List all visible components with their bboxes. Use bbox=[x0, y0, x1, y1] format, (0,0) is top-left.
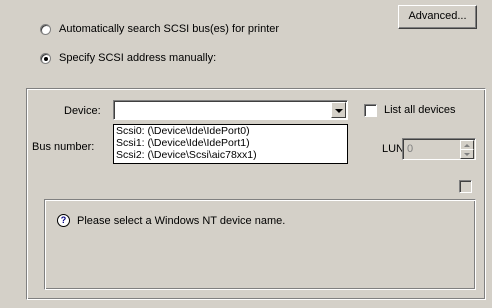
list-all-devices-label[interactable]: List all devices bbox=[384, 103, 456, 117]
lun-spinner-field[interactable]: 0 bbox=[402, 138, 476, 160]
manual-address-label[interactable]: Specify SCSI address manually: bbox=[59, 51, 216, 65]
device-label: Device: bbox=[64, 105, 101, 117]
spin-down-icon[interactable] bbox=[460, 149, 474, 159]
advanced-button[interactable]: Advanced... bbox=[398, 5, 477, 29]
info-box: ? Please select a Windows NT device name… bbox=[44, 199, 476, 290]
dropdown-option[interactable]: Scsi1: (\Device\Ide\IdePort1) bbox=[114, 137, 347, 149]
device-combobox[interactable] bbox=[113, 100, 348, 120]
question-icon: ? bbox=[57, 214, 70, 227]
list-all-devices-checkbox[interactable] bbox=[364, 104, 377, 117]
lun-value: 0 bbox=[407, 143, 414, 155]
extra-checkbox[interactable] bbox=[459, 180, 472, 193]
dropdown-option[interactable]: Scsi2: (\Device\Scsi\aic78xx1) bbox=[114, 149, 347, 161]
bus-number-label: Bus number: bbox=[32, 141, 95, 153]
auto-search-label[interactable]: Automatically search SCSI bus(es) for pr… bbox=[59, 22, 279, 36]
device-dropdown-list[interactable]: Scsi0: (\Device\Ide\IdePort0) Scsi1: (\D… bbox=[113, 124, 348, 164]
manual-address-radio[interactable] bbox=[40, 53, 51, 64]
info-message: Please select a Windows NT device name. bbox=[77, 215, 286, 227]
dropdown-option[interactable]: Scsi0: (\Device\Ide\IdePort0) bbox=[114, 125, 347, 137]
chevron-down-icon[interactable] bbox=[331, 102, 346, 118]
radio-selected-dot bbox=[44, 57, 48, 61]
auto-search-radio[interactable] bbox=[40, 24, 51, 35]
